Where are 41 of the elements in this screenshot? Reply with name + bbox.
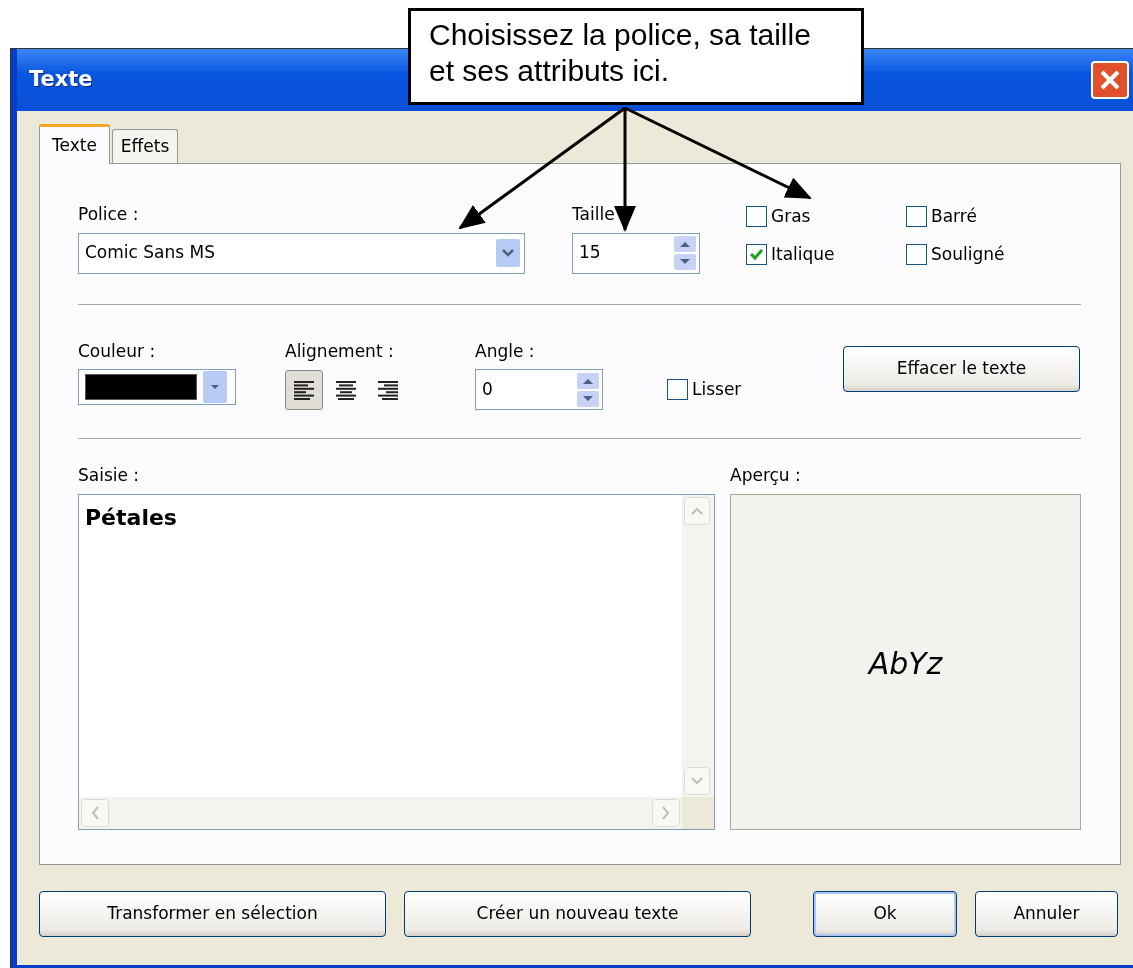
input-label: Saisie : xyxy=(78,464,141,487)
checkbox[interactable] xyxy=(906,243,927,265)
align-left-icon xyxy=(292,379,316,401)
checkbox-label: Souligné xyxy=(931,242,1005,266)
alignment-label: Alignement : xyxy=(285,339,395,363)
align-center-icon xyxy=(334,379,358,401)
checkbox-label: Lisser xyxy=(692,377,742,401)
dialog-button[interactable]: Ok xyxy=(813,891,957,937)
checkbox-label: Barré xyxy=(931,205,977,228)
dialog-button[interactable]: Créer un nouveau texte xyxy=(404,891,751,937)
font-label: Police : xyxy=(78,203,140,226)
align-right-icon xyxy=(376,379,400,401)
size-spinner[interactable]: 15 xyxy=(572,232,700,274)
scrollbar-corner xyxy=(682,796,714,829)
checkbox[interactable] xyxy=(667,378,688,400)
angle-label: Angle : xyxy=(475,339,536,363)
spin-arrows-icon xyxy=(674,236,696,270)
angle-spinner[interactable]: 0 xyxy=(475,369,603,410)
checkbox-label: Gras xyxy=(771,205,811,228)
checkbox[interactable] xyxy=(906,206,927,228)
window-title: Texte xyxy=(29,66,93,94)
preview-label: Aperçu : xyxy=(730,464,802,487)
check-icon xyxy=(749,247,764,261)
close-icon xyxy=(1099,69,1121,91)
checkbox[interactable] xyxy=(746,243,767,265)
color-label: Couleur : xyxy=(78,339,157,363)
close-button[interactable] xyxy=(1091,61,1129,99)
tab[interactable]: Effets xyxy=(111,128,179,163)
checkbox[interactable] xyxy=(746,206,767,228)
tab[interactable]: Texte xyxy=(39,123,110,164)
callout-text: Choisissez la police, sa taille et ses attributs ici. xyxy=(408,8,864,105)
size-label: Taille xyxy=(572,203,616,226)
dialog-button[interactable]: Annuler xyxy=(975,891,1118,937)
font-dropdown[interactable]: Comic Sans MS xyxy=(78,232,525,274)
checkbox-label: Italique xyxy=(771,242,835,266)
spin-arrows-icon xyxy=(577,372,599,407)
color-dropdown[interactable] xyxy=(78,369,236,405)
clear-text-button[interactable]: Effacer le texte xyxy=(843,345,1080,392)
dialog-button[interactable]: Transformer en sélection xyxy=(39,891,386,937)
alignment-button[interactable] xyxy=(285,370,323,410)
preview-sample: AbYz xyxy=(868,645,943,683)
